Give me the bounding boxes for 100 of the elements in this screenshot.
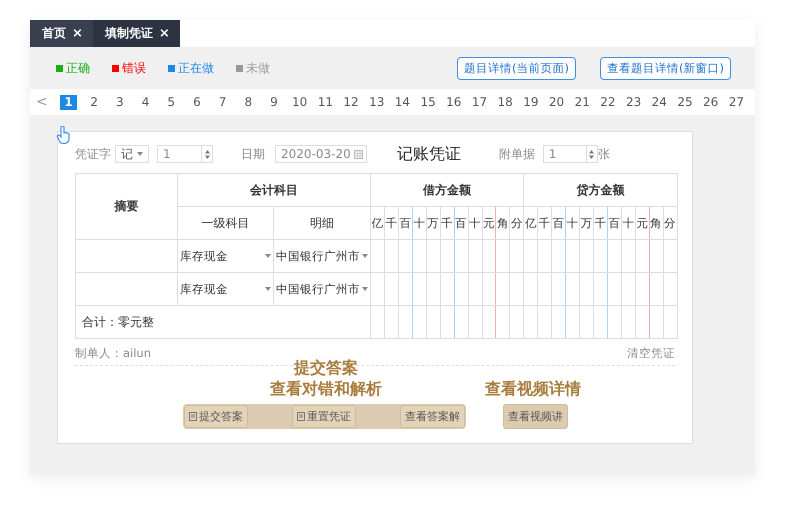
voucher-number-field[interactable]: 1 — [157, 145, 213, 163]
page-number[interactable]: 1 — [60, 94, 77, 110]
summary-cell[interactable] — [76, 272, 178, 306]
digit-header: 百 — [552, 206, 566, 240]
digit-header: 角 — [496, 206, 510, 240]
legend-item: 正在做 — [168, 60, 214, 76]
page-number[interactable]: 26 — [702, 94, 720, 110]
annotation-text: 提交答案 — [294, 358, 358, 379]
page-number[interactable]: 12 — [342, 94, 360, 110]
digit-header: 万 — [580, 206, 594, 240]
page-number[interactable]: 18 — [496, 94, 514, 110]
digit-header: 千 — [440, 206, 454, 240]
clear-voucher-link[interactable]: 清空凭证 — [627, 346, 675, 361]
page-number[interactable]: 10 — [291, 94, 308, 110]
detail-select[interactable]: 中国银行广州市 — [274, 240, 370, 272]
page-number[interactable]: 15 — [420, 94, 437, 110]
digit-header: 十 — [566, 206, 580, 240]
maker-text: 制单人：ailun — [75, 346, 152, 361]
page-number[interactable]: 8 — [240, 94, 257, 110]
caret-icon — [362, 287, 368, 291]
caret-icon — [137, 152, 143, 156]
page-number[interactable]: 14 — [394, 94, 411, 110]
page-number[interactable]: 7 — [214, 94, 232, 110]
spinner-arrows-icon[interactable] — [589, 150, 594, 158]
page-number[interactable]: 23 — [625, 94, 642, 110]
digit-header: 十 — [621, 206, 636, 240]
summary-cell[interactable] — [76, 240, 178, 272]
page-number[interactable]: 27 — [728, 94, 745, 110]
legend-item: 错误 — [112, 60, 146, 76]
digit-header: 元 — [635, 206, 650, 240]
page-number[interactable]: 2 — [86, 94, 103, 110]
caret-icon — [362, 254, 368, 258]
page-number[interactable]: 13 — [368, 94, 386, 110]
date-label: 日期 — [241, 146, 265, 162]
attachment-count-field[interactable]: 1 — [542, 145, 598, 163]
page-number[interactable]: 6 — [188, 94, 206, 110]
total-cell: 合计：零元整 — [76, 306, 370, 338]
digit-header: 元 — [482, 206, 496, 240]
account-select[interactable]: 库存现金 — [178, 240, 274, 272]
column-header: 摘要 — [76, 174, 178, 240]
voucher-word-select[interactable]: 记 — [115, 145, 149, 163]
page-number[interactable]: 4 — [137, 94, 154, 110]
action-button[interactable]: 查看答案解 — [400, 405, 465, 428]
column-header: 会计科目 — [178, 174, 370, 206]
digit-header: 百 — [398, 206, 412, 240]
page-number[interactable]: 11 — [316, 94, 334, 110]
date-field[interactable]: 2020-03-20 — [275, 145, 367, 163]
digit-header: 亿 — [524, 206, 538, 240]
detail-select[interactable]: 中国银行广州市 — [274, 272, 370, 306]
page-number[interactable]: 24 — [650, 94, 668, 110]
page-number[interactable]: 20 — [548, 94, 566, 110]
action-button[interactable]: 提交答案 — [184, 405, 248, 428]
digit-header: 十 — [468, 206, 482, 240]
digit-header: 千 — [384, 206, 398, 240]
tab-label: 首页 — [42, 25, 66, 42]
legend-item: 正确 — [56, 60, 90, 76]
tab-label: 填制凭证 — [104, 25, 153, 42]
digit-header: 角 — [649, 206, 664, 240]
action-button[interactable]: 重置凭证 — [292, 405, 356, 428]
digit-header: 十 — [412, 206, 426, 240]
page-number[interactable]: 16 — [445, 94, 462, 110]
digit-header: 千 — [594, 206, 608, 240]
digit-header: 百 — [454, 206, 468, 240]
page-number[interactable]: 19 — [522, 94, 540, 110]
annotation-text: 查看视频详情 — [485, 379, 581, 400]
column-header: 一级科目 — [178, 206, 274, 240]
close-icon[interactable]: × — [72, 26, 83, 41]
page-number[interactable]: 9 — [266, 94, 282, 110]
voucher-title: 记账凭证 — [396, 144, 461, 164]
legend-item: 未做 — [236, 60, 270, 76]
digit-header: 千 — [538, 206, 552, 240]
column-header: 明细 — [274, 206, 370, 240]
column-header: 借方金额 — [370, 174, 524, 206]
page-number[interactable]: 5 — [162, 94, 180, 110]
page-number[interactable]: 17 — [471, 94, 488, 110]
digit-header: 分 — [663, 206, 678, 240]
attachment-unit: 张 — [598, 146, 610, 162]
digit-header: 百 — [607, 206, 622, 240]
digit-header: 分 — [510, 206, 524, 240]
annotation-text: 查看对错和解析 — [270, 379, 382, 400]
page-number[interactable]: 25 — [676, 94, 694, 110]
close-icon[interactable]: × — [158, 26, 170, 41]
tab[interactable]: 首页 × — [30, 20, 93, 47]
page-number[interactable]: 3 — [111, 94, 128, 110]
page-number[interactable]: 21 — [574, 94, 591, 110]
detail-button[interactable]: 查看题目详情(新窗口) — [600, 56, 731, 80]
voucher-word-label: 凭证字 — [75, 146, 111, 162]
attachment-label: 附单据 — [498, 146, 535, 162]
video-button[interactable]: 查看视频讲 — [503, 404, 568, 429]
calendar-icon[interactable] — [354, 150, 363, 158]
digit-header: 亿 — [370, 206, 384, 240]
page-number[interactable]: 22 — [599, 94, 616, 110]
digit-header: 万 — [426, 206, 440, 240]
column-header: 贷方金额 — [524, 174, 678, 206]
caret-icon — [265, 254, 271, 258]
spinner-arrows-icon[interactable] — [204, 150, 210, 158]
account-select[interactable]: 库存现金 — [178, 272, 274, 306]
detail-button[interactable]: 题目详情(当前页面) — [457, 56, 576, 80]
caret-icon — [265, 287, 271, 291]
tab[interactable]: 填制凭证 × — [92, 20, 180, 47]
